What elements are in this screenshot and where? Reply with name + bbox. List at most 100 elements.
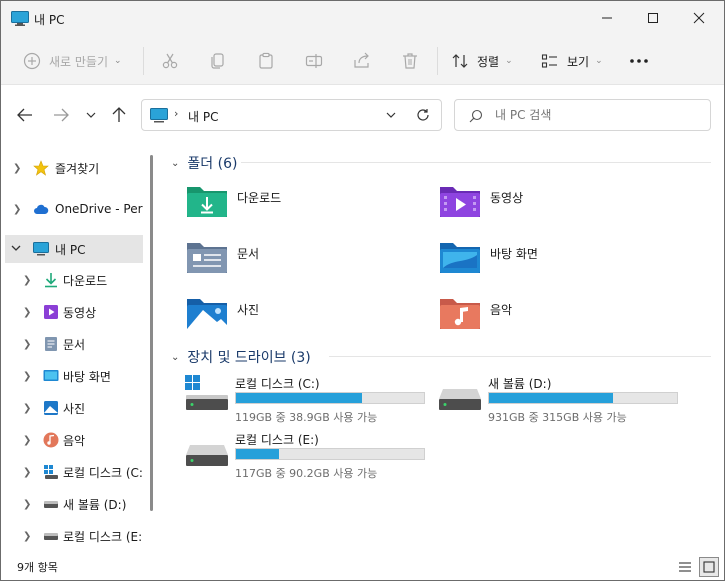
sidebar-item-videos[interactable]: ❯ 동영상	[5, 298, 143, 326]
toolbar-divider	[437, 47, 438, 75]
videos-folder-icon	[440, 187, 480, 217]
search-box[interactable]	[454, 99, 711, 131]
details-view-button[interactable]	[675, 557, 695, 577]
drive-icon	[44, 533, 58, 540]
share-icon	[354, 52, 369, 68]
sidebar-item-music[interactable]: ❯ 음악	[5, 426, 143, 454]
cloud-icon	[34, 204, 49, 214]
breadcrumb[interactable]: 내 PC	[188, 108, 218, 125]
sidebar-item-label: 즐겨찾기	[55, 161, 100, 176]
chevron-down-icon: ⌄	[595, 56, 603, 66]
maximize-button[interactable]	[630, 1, 676, 35]
paste-button[interactable]	[257, 37, 275, 85]
drives-group-header[interactable]: ⌄ 장치 및 드라이브 (3)	[171, 347, 311, 367]
status-bar: 9개 항목	[1, 555, 724, 580]
drive-name: 새 볼륨 (D:)	[488, 377, 552, 391]
chevron-right-icon[interactable]: ❯	[23, 499, 31, 510]
item-count: 9개 항목	[17, 561, 58, 574]
navigation-pane: ❯ 즐겨찾기 ❯ OneDrive - Personal 내 PC	[1, 143, 161, 555]
chevron-right-icon[interactable]: ❯	[23, 467, 31, 478]
chevron-right-icon[interactable]: ❯	[23, 371, 31, 382]
sidebar-item-pictures[interactable]: ❯ 사진	[5, 394, 143, 422]
drive-usage-fill	[236, 449, 280, 459]
sidebar-item-label: 로컬 디스크 (C:)	[63, 465, 143, 480]
sort-button[interactable]: 정렬 ⌄	[451, 37, 513, 85]
chevron-right-icon[interactable]: ❯	[13, 163, 21, 174]
scissors-icon	[162, 53, 178, 69]
ellipsis-icon	[630, 59, 648, 63]
sidebar-item-this-pc[interactable]: 내 PC	[5, 235, 143, 263]
drive-usage-fill	[489, 393, 614, 403]
new-button[interactable]: 새로 만들기 ⌄	[23, 37, 122, 85]
chevron-down-icon[interactable]	[386, 112, 396, 118]
recent-locations-button[interactable]	[79, 103, 103, 127]
tiles-view-button[interactable]	[699, 557, 719, 577]
back-button[interactable]	[13, 103, 37, 127]
more-options-button[interactable]	[629, 37, 649, 85]
sidebar-item-label: 바탕 화면	[63, 369, 111, 384]
chevron-down-icon[interactable]: ⌄	[171, 158, 179, 169]
cut-button[interactable]	[161, 37, 179, 85]
folder-label: 사진	[237, 303, 260, 317]
folder-desktop[interactable]: 바탕 화면	[438, 239, 678, 279]
refresh-icon[interactable]	[416, 108, 430, 122]
chevron-right-icon[interactable]: ❯	[13, 204, 21, 215]
sidebar-item-quick-access[interactable]: ❯ 즐겨찾기	[5, 154, 143, 182]
folders-group-header[interactable]: ⌄ 폴더 (6)	[171, 153, 237, 173]
drive-space-info: 119GB 중 38.9GB 사용 가능	[235, 411, 378, 424]
drive-c[interactable]: 로컬 디스크 (C:) 119GB 중 38.9GB 사용 가능	[185, 375, 435, 425]
sidebar-item-label: 다운로드	[63, 273, 108, 288]
address-bar[interactable]: › 내 PC	[141, 99, 442, 131]
drive-e[interactable]: 로컬 디스크 (E:) 117GB 중 90.2GB 사용 가능	[185, 431, 435, 481]
close-button[interactable]	[676, 1, 722, 35]
share-button[interactable]	[353, 37, 371, 85]
drive-name: 로컬 디스크 (C:)	[235, 377, 320, 391]
chevron-right-icon[interactable]: ❯	[23, 403, 31, 414]
folder-label: 다운로드	[237, 191, 282, 205]
sidebar-item-downloads[interactable]: ❯ 다운로드	[5, 266, 143, 294]
drive-space-info: 931GB 중 315GB 사용 가능	[488, 411, 627, 424]
sidebar-item-documents[interactable]: ❯ 문서	[5, 330, 143, 358]
chevron-right-icon[interactable]: ❯	[23, 531, 31, 542]
pc-icon	[11, 11, 29, 26]
rename-button[interactable]	[305, 37, 323, 85]
folder-videos[interactable]: 동영상	[438, 183, 678, 223]
minimize-icon	[602, 17, 612, 19]
tiles-view-icon	[703, 561, 715, 573]
music-icon	[43, 432, 59, 448]
system-drive-icon	[185, 375, 228, 410]
folder-downloads[interactable]: 다운로드	[185, 183, 425, 223]
chevron-down-icon[interactable]	[11, 245, 21, 252]
chevron-down-icon[interactable]: ⌄	[171, 352, 179, 363]
chevron-right-icon[interactable]: ❯	[23, 435, 31, 446]
sidebar-item-onedrive[interactable]: ❯ OneDrive - Personal	[5, 195, 143, 223]
music-folder-icon	[440, 299, 480, 329]
sidebar-item-drive-d[interactable]: ❯ 새 볼륨 (D:)	[5, 490, 143, 518]
clipboard-icon	[259, 52, 273, 69]
group-divider	[241, 162, 711, 163]
chevron-right-icon[interactable]: ❯	[23, 307, 31, 318]
sidebar-item-label: 새 볼륨 (D:)	[63, 497, 127, 512]
sidebar-item-label: 내 PC	[55, 242, 86, 257]
view-button[interactable]: 보기 ⌄	[541, 37, 603, 85]
sidebar-scrollbar[interactable]	[150, 155, 153, 511]
sidebar-item-drive-e[interactable]: ❯ 로컬 디스크 (E:)	[5, 522, 143, 550]
sidebar-item-drive-c[interactable]: ❯ 로컬 디스크 (C:)	[5, 458, 143, 486]
folder-pictures[interactable]: 사진	[185, 295, 425, 335]
chevron-right-icon[interactable]: ❯	[23, 339, 31, 350]
up-button[interactable]	[107, 103, 131, 127]
explorer-window: 내 PC 새로 만들기 ⌄ 정렬 ⌄ 보기 ⌄ › 내 PC 내 PC 검색 ❯…	[0, 0, 725, 581]
drive-d[interactable]: 새 볼륨 (D:) 931GB 중 315GB 사용 가능	[438, 375, 688, 425]
arrow-right-icon	[54, 108, 69, 122]
copy-button[interactable]	[209, 37, 227, 85]
folder-documents[interactable]: 문서	[185, 239, 425, 279]
chevron-right-icon[interactable]: ❯	[23, 275, 31, 286]
drive-usage-bar	[488, 392, 678, 404]
search-input[interactable]	[495, 108, 695, 122]
view-label: 보기	[567, 54, 590, 69]
delete-button[interactable]	[401, 37, 419, 85]
folder-music[interactable]: 음악	[438, 295, 678, 335]
minimize-button[interactable]	[584, 1, 630, 35]
forward-button[interactable]	[49, 103, 73, 127]
sidebar-item-desktop[interactable]: ❯ 바탕 화면	[5, 362, 143, 390]
